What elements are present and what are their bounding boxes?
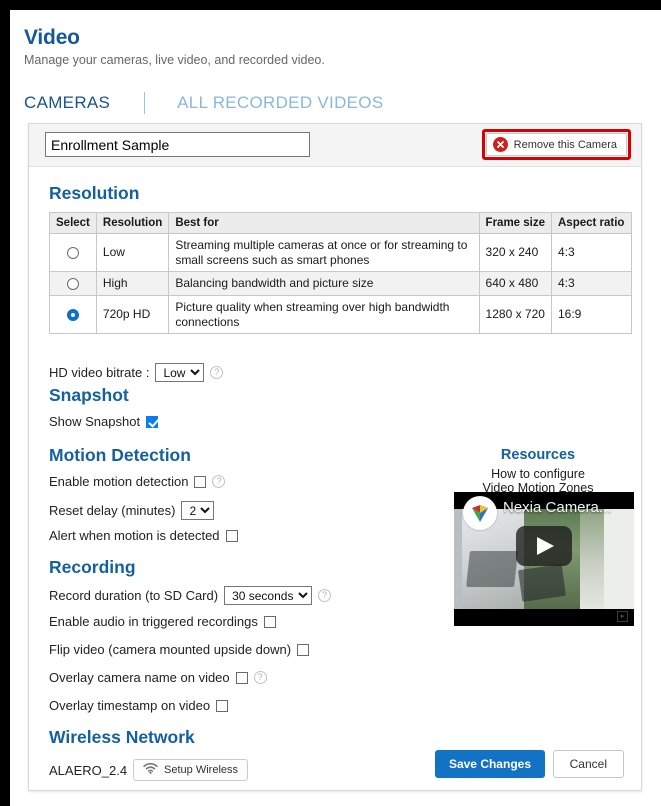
checkbox-enable-audio[interactable] xyxy=(263,615,276,628)
overlay-camera-name-label: Overlay camera name on video xyxy=(49,670,230,685)
page-header: Video Manage your cameras, live video, a… xyxy=(10,10,661,68)
page-subtitle: Manage your cameras, live video, and rec… xyxy=(24,53,325,68)
record-duration-select[interactable]: 30 seconds xyxy=(224,586,313,605)
resolution-name-cell: High xyxy=(95,271,170,296)
resolution-aspectratio-cell: 16:9 xyxy=(551,294,632,335)
enable-motion-row: Enable motion detection ? xyxy=(49,474,226,489)
table-row: High Balancing bandwidth and picture siz… xyxy=(49,271,632,296)
hd-bitrate-row: HD video bitrate : Low ? xyxy=(49,363,224,382)
column-header-best-for: Best for xyxy=(168,211,480,235)
column-header-aspect-ratio: Aspect ratio xyxy=(551,211,632,235)
overlay-name-row: Overlay camera name on video ? xyxy=(49,670,267,685)
remove-camera-button[interactable]: Remove this Camera xyxy=(485,133,627,156)
resolution-framesize-cell: 640 x 480 xyxy=(478,271,553,296)
x-circle-icon xyxy=(492,137,508,152)
section-title-motion-detection: Motion Detection xyxy=(49,445,191,465)
overlay-timestamp-row: Overlay timestamp on video xyxy=(49,698,229,713)
enable-audio-row: Enable audio in triggered recordings xyxy=(49,614,276,629)
remove-camera-label: Remove this Camera xyxy=(513,138,617,151)
column-header-resolution: Resolution xyxy=(95,211,170,235)
resolution-aspectratio-cell: 4:3 xyxy=(551,271,632,296)
card-footer: Save Changes Cancel xyxy=(29,734,641,790)
resources-video-player[interactable]: Nexia Camera... ▸ xyxy=(454,492,634,626)
page-title: Video xyxy=(24,26,80,49)
checkbox-overlay-timestamp[interactable] xyxy=(216,699,229,712)
remove-camera-highlight: Remove this Camera xyxy=(481,129,631,160)
youtube-watermark-icon: ▸ xyxy=(617,611,628,622)
help-icon[interactable]: ? xyxy=(253,671,267,684)
resolution-select-cell[interactable] xyxy=(49,271,97,296)
camera-name-input[interactable] xyxy=(45,132,310,157)
thumbnail-furniture-2 xyxy=(517,564,567,602)
resolution-select-cell[interactable] xyxy=(49,294,97,335)
section-title-snapshot: Snapshot xyxy=(49,385,129,405)
thumbnail-furniture-1 xyxy=(466,551,518,587)
section-title-resolution: Resolution xyxy=(49,183,140,203)
alert-motion-label: Alert when motion is detected xyxy=(49,528,220,543)
cancel-button[interactable]: Cancel xyxy=(552,750,624,778)
record-duration-row: Record duration (to SD Card) 30 seconds … xyxy=(49,586,332,605)
alert-motion-row: Alert when motion is detected xyxy=(49,528,238,543)
checkbox-alert-when-motion-detected[interactable] xyxy=(225,529,238,542)
record-duration-label: Record duration (to SD Card) xyxy=(49,588,219,603)
help-icon[interactable]: ? xyxy=(212,475,226,488)
resolution-aspectratio-cell: 4:3 xyxy=(551,233,632,273)
tab-all-recorded-videos[interactable]: ALL RECORDED VIDEOS xyxy=(177,93,383,113)
tab-separator xyxy=(144,92,146,115)
resources-header: Resources How to configure Video Motion … xyxy=(443,447,633,496)
help-icon[interactable]: ? xyxy=(318,589,332,602)
resolution-bestfor-cell: Picture quality when streaming over high… xyxy=(168,294,480,335)
checkbox-enable-motion-detection[interactable] xyxy=(194,475,207,488)
table-row: Low Streaming multiple cameras at once o… xyxy=(49,233,632,273)
video-settings-page: Video Manage your cameras, live video, a… xyxy=(10,10,661,806)
play-icon[interactable] xyxy=(516,526,572,566)
thumbnail-region-far-right xyxy=(604,509,634,609)
video-title: Nexia Camera... xyxy=(503,499,612,516)
nexia-logo-icon xyxy=(463,496,497,530)
enable-audio-label: Enable audio in triggered recordings xyxy=(49,614,258,629)
resolution-framesize-cell: 320 x 240 xyxy=(478,233,553,273)
table-header-row: Select Resolution Best for Frame size As… xyxy=(49,211,632,235)
checkbox-flip-video[interactable] xyxy=(297,643,310,656)
column-header-frame-size: Frame size xyxy=(478,211,553,235)
show-snapshot-label: Show Snapshot xyxy=(49,414,141,429)
resources-subtitle-line1: How to configure xyxy=(491,466,585,481)
section-title-resources: Resources xyxy=(500,447,576,463)
flip-video-label: Flip video (camera mounted upside down) xyxy=(49,642,292,657)
camera-settings-card: Remove this Camera Resolution Select Res… xyxy=(28,123,642,791)
enable-motion-label: Enable motion detection xyxy=(49,474,189,489)
table-row: 720p HD Picture quality when streaming o… xyxy=(49,294,632,335)
reset-delay-row: Reset delay (minutes) 2 xyxy=(49,501,215,520)
column-header-select: Select xyxy=(49,211,97,235)
screenshot-viewport: Video Manage your cameras, live video, a… xyxy=(0,0,661,806)
tab-bar: CAMERAS ALL RECORDED VIDEOS xyxy=(10,68,661,115)
help-icon[interactable]: ? xyxy=(210,366,224,379)
resolution-select-cell[interactable] xyxy=(49,233,97,273)
checkbox-overlay-camera-name[interactable] xyxy=(235,671,248,684)
radio-resolution-720p-hd[interactable] xyxy=(66,309,79,322)
resolution-framesize-cell: 1280 x 720 xyxy=(478,294,553,335)
checkbox-show-snapshot[interactable] xyxy=(146,415,159,428)
hd-bitrate-select[interactable]: Low xyxy=(155,363,205,382)
save-changes-button[interactable]: Save Changes xyxy=(434,750,545,778)
show-snapshot-row: Show Snapshot xyxy=(49,414,159,429)
resolution-name-cell: 720p HD xyxy=(95,294,170,335)
reset-delay-select[interactable]: 2 xyxy=(181,501,215,520)
overlay-timestamp-label: Overlay timestamp on video xyxy=(49,698,211,713)
flip-video-row: Flip video (camera mounted upside down) xyxy=(49,642,310,657)
tab-cameras[interactable]: CAMERAS xyxy=(24,93,110,113)
section-title-recording: Recording xyxy=(49,557,136,577)
hd-bitrate-label: HD video bitrate : xyxy=(49,365,150,380)
resolution-table: Select Resolution Best for Frame size As… xyxy=(49,211,632,335)
reset-delay-label: Reset delay (minutes) xyxy=(49,503,176,518)
radio-resolution-low[interactable] xyxy=(66,247,79,260)
play-triangle xyxy=(537,537,554,555)
card-header: Remove this Camera xyxy=(29,124,641,167)
resolution-bestfor-cell: Balancing bandwidth and picture size xyxy=(168,271,480,296)
resolution-name-cell: Low xyxy=(95,233,170,273)
radio-resolution-high[interactable] xyxy=(66,278,79,291)
resolution-bestfor-cell: Streaming multiple cameras at once or fo… xyxy=(168,233,480,273)
